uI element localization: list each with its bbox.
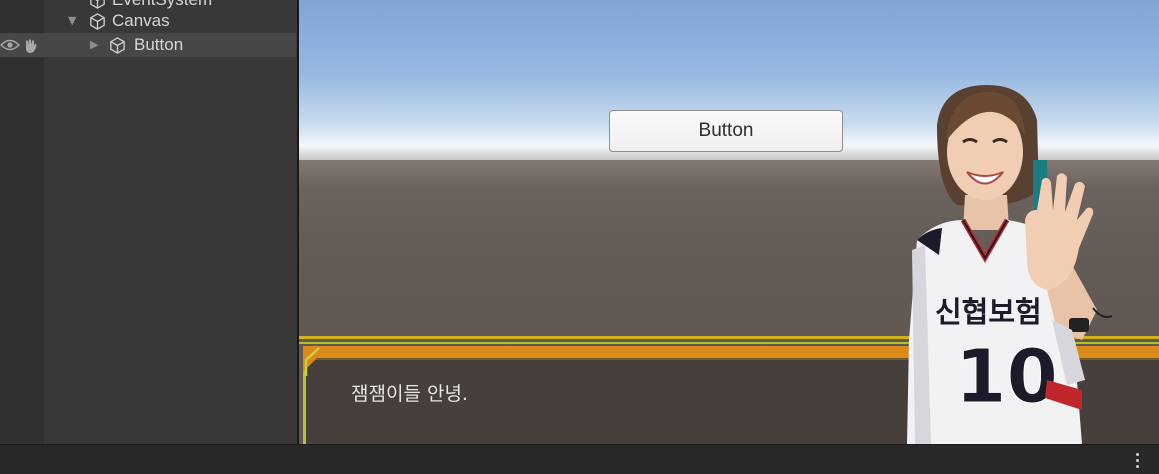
game-view: Button 잼잼이들 안녕. 신협보험 10 [299, 0, 1159, 444]
eye-icon[interactable] [0, 39, 20, 51]
expand-arrow-icon[interactable]: ▶ [90, 38, 98, 51]
canvas-button[interactable]: Button [609, 110, 843, 152]
hierarchy-gutter [0, 0, 44, 444]
hierarchy-item-canvas[interactable]: ▼ Canvas [0, 9, 296, 33]
hierarchy-item-label: Canvas [112, 11, 170, 30]
hand-icon[interactable] [22, 37, 40, 55]
cube-icon [90, 13, 105, 30]
dialog-text: 잼잼이들 안녕. [351, 383, 468, 405]
jersey-text: 신협보험 [935, 295, 1042, 329]
cube-icon [110, 37, 125, 54]
character-image: 신협보험 10 [907, 85, 1113, 444]
hierarchy-item-button[interactable]: ▶ Button [0, 33, 296, 57]
hierarchy-panel: EventSystem ▼ Canvas ▶ Button [0, 0, 297, 444]
jersey-number: 10 [955, 334, 1058, 420]
kebab-menu-icon[interactable] [1135, 453, 1141, 469]
expand-arrow-icon[interactable]: ▼ [68, 14, 76, 27]
hierarchy-item-label: Button [134, 35, 184, 54]
status-bar [0, 444, 1159, 474]
dialog-corner-ornament [303, 346, 329, 376]
